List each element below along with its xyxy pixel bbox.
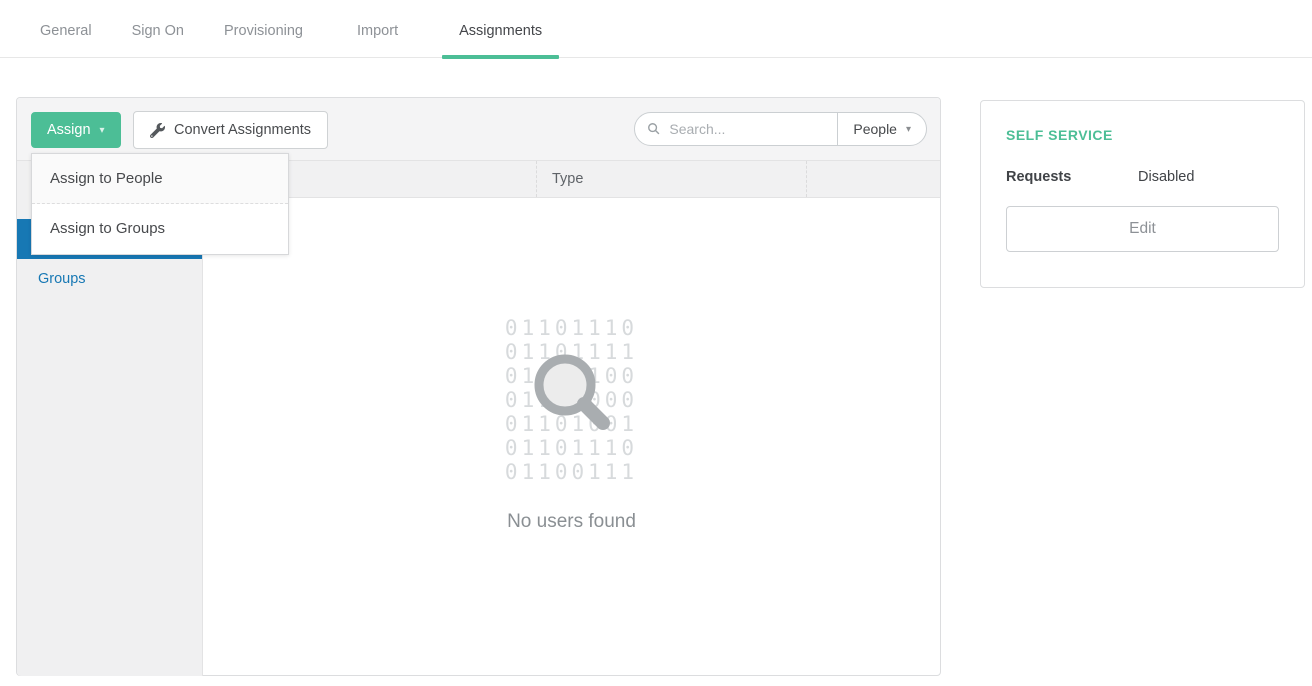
requests-row: Requests Disabled [1006, 169, 1279, 185]
menu-item-assign-to-groups[interactable]: Assign to Groups [32, 204, 288, 254]
assignments-panel: Assign ▾ Convert Assignments People ▾ Gr… [16, 97, 941, 676]
menu-item-assign-to-people[interactable]: Assign to People [32, 154, 288, 204]
self-service-panel: SELF SERVICE Requests Disabled Edit [980, 100, 1305, 288]
requests-label: Requests [1006, 169, 1138, 185]
binary-text: 01100111 [203, 460, 940, 484]
caret-down-icon: ▾ [100, 125, 105, 136]
search-group: People ▾ [634, 112, 927, 146]
sidebar-item-groups[interactable]: Groups [17, 259, 202, 299]
wrench-icon [150, 123, 165, 138]
search-scope-dropdown[interactable]: People ▾ [837, 113, 926, 145]
convert-assignments-button[interactable]: Convert Assignments [133, 111, 328, 149]
assign-button-label: Assign [47, 122, 91, 138]
column-header-actions [806, 161, 940, 197]
edit-button[interactable]: Edit [1006, 206, 1279, 252]
search-input[interactable] [669, 121, 829, 137]
binary-text: 01101110 [203, 436, 940, 460]
tab-assignments[interactable]: Assignments [442, 23, 559, 57]
magnifier-icon [529, 349, 619, 439]
search-icon [647, 122, 661, 136]
app-tabs: General Sign On Provisioning Import Assi… [0, 0, 1312, 58]
tab-sign-on[interactable]: Sign On [115, 23, 201, 57]
table-header-row: Type [203, 161, 940, 198]
binary-text: 01101110 [203, 316, 940, 340]
tab-import[interactable]: Import [340, 23, 415, 57]
assignments-toolbar: Assign ▾ Convert Assignments People ▾ [17, 98, 940, 161]
requests-value: Disabled [1138, 169, 1194, 185]
search-scope-label: People [853, 121, 897, 137]
assignments-table: Type 01101110 01101111 01110100 01101000… [203, 161, 940, 676]
empty-state: 01101110 01101111 01110100 01101000 0110… [203, 198, 940, 533]
tab-general[interactable]: General [23, 23, 109, 57]
assign-button[interactable]: Assign ▾ [31, 112, 121, 148]
column-header-type: Type [536, 161, 806, 197]
empty-state-message: No users found [203, 511, 940, 533]
convert-assignments-label: Convert Assignments [174, 122, 311, 138]
self-service-title: SELF SERVICE [1006, 127, 1279, 143]
tab-provisioning[interactable]: Provisioning [207, 23, 320, 57]
search-box [635, 113, 837, 145]
caret-down-icon: ▾ [906, 124, 911, 135]
assign-dropdown-menu: Assign to People Assign to Groups [31, 153, 289, 255]
